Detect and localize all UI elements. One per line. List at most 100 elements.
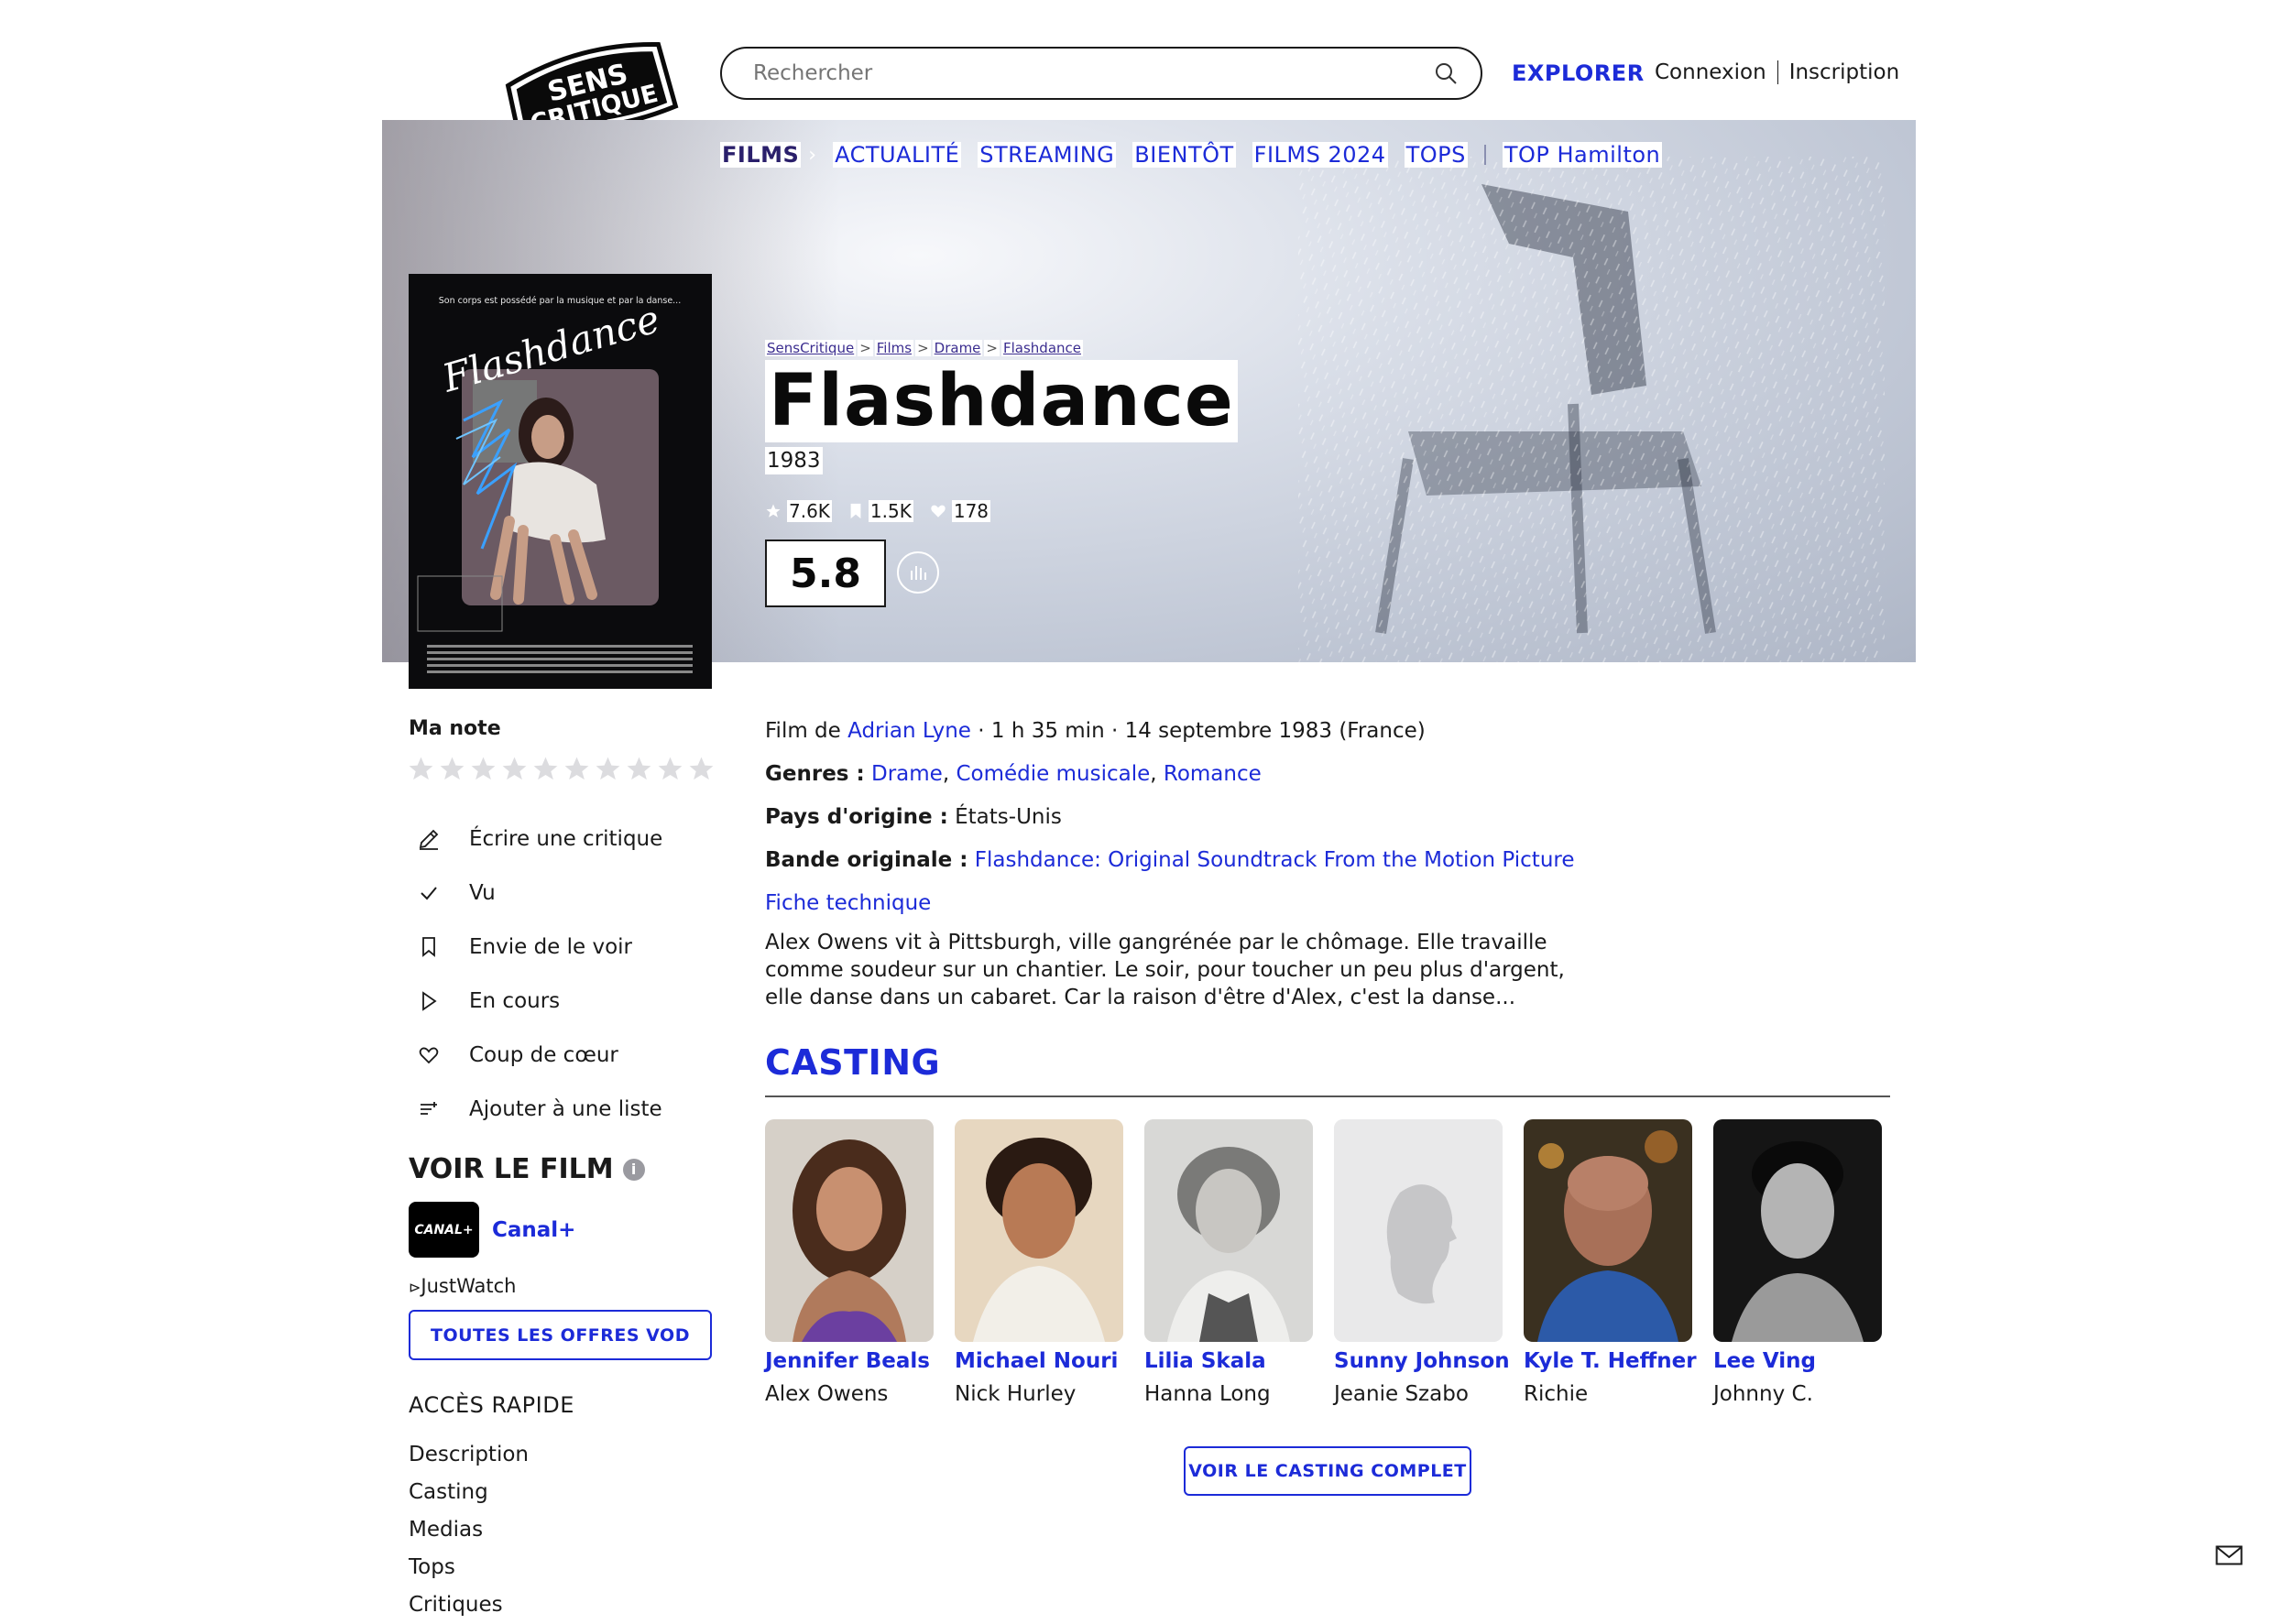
info-icon[interactable]: i [622,1158,645,1181]
cast-card[interactable]: Michael Nouri Nick Hurley [955,1119,1123,1406]
movie-title: Flashdance [765,360,1238,442]
quick-link-description[interactable]: Description [409,1436,529,1474]
soundtrack-label: Bande originale : [765,848,968,872]
rating-star-icon[interactable] [407,755,435,783]
soundtrack-link[interactable]: Flashdance: Original Soundtrack From the… [975,848,1575,872]
actor-photo-placeholder[interactable] [1334,1119,1503,1342]
quick-link-critiques[interactable]: Critiques [409,1586,529,1624]
movie-year: 1983 [765,447,823,474]
list-add-icon [421,1101,437,1115]
breadcrumb-separator: > [915,340,931,356]
chevron-right-icon: › [808,143,817,167]
search-icon[interactable] [1433,60,1459,86]
cast-card[interactable]: Sunny Johnson Jeanie Szabo [1334,1119,1510,1406]
breadcrumb: SensCritique > Films > Drame > Flashdanc… [765,340,1083,356]
actor-name[interactable]: Lilia Skala [1144,1349,1313,1373]
rating-star-icon[interactable] [687,755,716,783]
actor-name[interactable]: Jennifer Beals [765,1349,934,1373]
actor-photo[interactable] [955,1119,1123,1342]
movie-stats: 7.6K 1.5K 178 [765,500,991,522]
rating-star-icon[interactable] [594,755,622,783]
mail-icon[interactable] [2215,1545,2243,1565]
synopsis: Alex Owens vit à Pittsburgh, ville gangr… [765,931,1565,1009]
breadcrumb-drame[interactable]: Drame [932,340,983,356]
streaming-provider[interactable]: CANAL+ Canal+ [409,1202,575,1258]
breadcrumb-flashdance[interactable]: Flashdance [1000,340,1083,356]
cast-card[interactable]: Jennifer Beals Alex Owens [765,1119,934,1406]
tech-sheet-link[interactable]: Fiche technique [765,891,931,915]
actor-role: Richie [1524,1382,1589,1406]
cast-card[interactable]: Lee Ving Johnny C. [1713,1119,1882,1406]
rating-star-icon[interactable] [531,755,560,783]
favorite-label: Coup de cœur [469,1042,618,1067]
full-cast-button[interactable]: VOIR LE CASTING COMPLET [1184,1446,1471,1496]
rating-star-icon[interactable] [625,755,653,783]
search-input[interactable] [751,60,1433,86]
cast-card[interactable]: Kyle T. Heffner Richie [1524,1119,1697,1406]
justwatch-attribution[interactable]: ⊳JustWatch [409,1275,516,1297]
write-review-action[interactable]: Écrire une critique [414,812,662,866]
all-vod-offers-button[interactable]: TOUTES LES OFFRES VOD [409,1310,712,1360]
actor-name[interactable]: Sunny Johnson [1334,1349,1510,1373]
actor-role: Alex Owens [765,1382,889,1406]
genre-comedie-musicale-link[interactable]: Comédie musicale [956,762,1150,786]
cast-card[interactable]: Lilia Skala Hanna Long [1144,1119,1313,1406]
star-icon [766,504,781,518]
auth-divider [1777,60,1778,84]
actor-photo[interactable] [765,1119,934,1342]
explorer-link[interactable]: EXPLORER [1512,60,1645,86]
search-bar[interactable] [720,47,1482,100]
runtime-release: · 1 h 35 min · 14 septembre 1983 (France… [970,719,1426,743]
actor-photo[interactable] [1713,1119,1882,1342]
rating-star-icon[interactable] [469,755,497,783]
nav-top-hamilton[interactable]: TOP Hamilton [1502,142,1663,168]
auth-links: Connexion Inscription [1655,60,1899,84]
nav-actualite[interactable]: ACTUALITÉ [833,142,962,168]
casting-divider [765,1095,1890,1097]
rating-star-icon[interactable] [563,755,591,783]
quick-link-casting[interactable]: Casting [409,1474,529,1511]
in-progress-action[interactable]: En cours [414,974,662,1028]
rating-star-icon[interactable] [438,755,466,783]
nav-films[interactable]: FILMS [720,142,802,168]
quick-access-links: Description Casting Medias Tops Critique… [409,1436,529,1624]
actor-name[interactable]: Michael Nouri [955,1349,1123,1373]
quick-link-medias[interactable]: Medias [409,1511,529,1549]
in-progress-label: En cours [469,988,561,1013]
cast-list: Jennifer Beals Alex Owens Michael Nouri … [765,1119,1882,1406]
average-score: 5.8 [765,540,886,607]
rating-star-icon[interactable] [656,755,684,783]
favorite-action[interactable]: Coup de cœur [414,1028,662,1082]
my-rating-stars[interactable] [407,755,716,783]
provider-name[interactable]: Canal+ [492,1218,575,1242]
nav-bientot[interactable]: BIENTÔT [1132,142,1236,168]
genre-drame-link[interactable]: Drame [871,762,943,786]
nav-streaming[interactable]: STREAMING [978,142,1117,168]
play-icon [422,990,437,1011]
casting-heading: CASTING [765,1042,941,1083]
breadcrumb-senscritique[interactable]: SensCritique [765,340,857,356]
nav-films-2024[interactable]: FILMS 2024 [1252,142,1388,168]
rating-distribution-button[interactable] [897,551,939,594]
add-to-list-action[interactable]: Ajouter à une liste [414,1082,662,1136]
genre-romance-link[interactable]: Romance [1164,762,1262,786]
breadcrumb-films[interactable]: Films [874,340,914,356]
actor-photo[interactable] [1524,1119,1692,1342]
ratings-stat: 7.6K [765,500,832,522]
login-link[interactable]: Connexion [1655,60,1766,84]
want-to-see-action[interactable]: Envie de le voir [414,920,662,974]
wishlist-stat: 1.5K [848,500,913,522]
seen-action[interactable]: Vu [414,866,662,920]
actor-photo[interactable] [1144,1119,1313,1342]
nav-tops[interactable]: TOPS [1404,142,1468,168]
rating-star-icon[interactable] [500,755,529,783]
signup-link[interactable]: Inscription [1789,60,1900,84]
seen-label: Vu [469,880,496,905]
director-link[interactable]: Adrian Lyne [847,719,971,743]
actor-name[interactable]: Kyle T. Heffner [1524,1349,1697,1373]
movie-poster[interactable]: Son corps est possédé par la musique et … [409,274,712,689]
actor-name[interactable]: Lee Ving [1713,1349,1882,1373]
bookmark-icon [850,503,861,519]
quick-link-tops[interactable]: Tops [409,1549,529,1586]
person-silhouette-icon [1334,1119,1503,1342]
